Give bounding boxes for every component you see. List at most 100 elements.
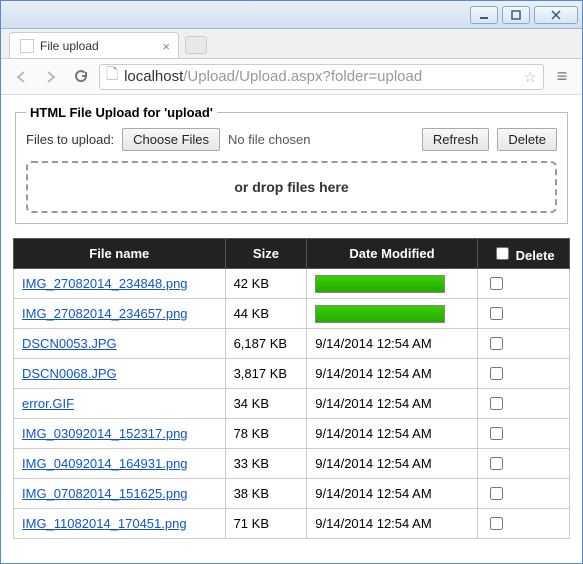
table-row: error.GIF 34 KB9/14/2014 12:54 AM (14, 389, 570, 419)
col-delete-label: Delete (516, 248, 555, 263)
close-window-button[interactable] (534, 6, 578, 24)
delete-button[interactable]: Delete (497, 128, 557, 151)
table-row: IMG_27082014_234848.png 42 KB (14, 269, 570, 299)
nav-toolbar: 🗋 localhost/Upload/Upload.aspx?folder=up… (1, 59, 582, 95)
cell-delete (477, 269, 569, 299)
cell-delete (477, 449, 569, 479)
tab-strip: File upload × (1, 29, 582, 59)
minimize-button[interactable] (470, 6, 498, 24)
col-date-modified: Date Modified (307, 239, 477, 269)
upload-legend: HTML File Upload for 'upload' (26, 105, 217, 120)
close-icon (551, 10, 561, 20)
cell-delete (477, 479, 569, 509)
col-delete: Delete (477, 239, 569, 269)
cell-file-name: IMG_11082014_170451.png (14, 509, 226, 539)
cell-file-name: IMG_07082014_151625.png (14, 479, 226, 509)
url-path: /Upload/Upload.aspx?folder=upload (183, 68, 422, 85)
cell-size: 3,817 KB (225, 359, 307, 389)
cell-size: 34 KB (225, 389, 307, 419)
file-link[interactable]: error.GIF (22, 396, 74, 411)
cell-size: 71 KB (225, 509, 307, 539)
file-link[interactable]: IMG_03092014_152317.png (22, 426, 188, 441)
table-row: IMG_04092014_164931.png33 KB9/14/2014 12… (14, 449, 570, 479)
file-link[interactable]: IMG_04092014_164931.png (22, 456, 188, 471)
table-header-row: File name Size Date Modified Delete (14, 239, 570, 269)
cell-delete (477, 359, 569, 389)
table-row: IMG_11082014_170451.png71 KB9/14/2014 12… (14, 509, 570, 539)
url-host: localhost (124, 68, 183, 85)
select-all-checkbox[interactable] (496, 247, 509, 260)
cell-file-name: DSCN0053.JPG (14, 329, 226, 359)
tab-title: File upload (40, 39, 99, 53)
cell-delete (477, 299, 569, 329)
cell-date-modified: 9/14/2014 12:54 AM (307, 389, 477, 419)
reload-icon (74, 69, 89, 84)
row-delete-checkbox[interactable] (490, 277, 503, 290)
file-link[interactable]: IMG_11082014_170451.png (22, 516, 187, 531)
cell-file-name: IMG_04092014_164931.png (14, 449, 226, 479)
cell-size: 44 KB (225, 299, 307, 329)
row-delete-checkbox[interactable] (490, 487, 503, 500)
cell-date-modified: 9/14/2014 12:54 AM (307, 419, 477, 449)
cell-size: 78 KB (225, 419, 307, 449)
forward-button[interactable] (39, 65, 63, 89)
refresh-button[interactable]: Refresh (422, 128, 490, 151)
cell-size: 38 KB (225, 479, 307, 509)
upload-fieldset: HTML File Upload for 'upload' Files to u… (15, 105, 568, 224)
maximize-button[interactable] (502, 6, 530, 24)
cell-delete (477, 389, 569, 419)
file-link[interactable]: DSCN0053.JPG (22, 336, 117, 351)
cell-delete (477, 329, 569, 359)
upload-controls-row: Files to upload: Choose Files No file ch… (26, 128, 557, 151)
cell-file-name: error.GIF (14, 389, 226, 419)
cell-size: 33 KB (225, 449, 307, 479)
row-delete-checkbox[interactable] (490, 337, 503, 350)
cell-file-name: IMG_27082014_234848.png (14, 269, 226, 299)
file-link[interactable]: DSCN0068.JPG (22, 366, 117, 381)
row-delete-checkbox[interactable] (490, 367, 503, 380)
upload-progress-bar (315, 305, 445, 323)
row-delete-checkbox[interactable] (490, 307, 503, 320)
window-titlebar (1, 1, 582, 29)
table-row: IMG_03092014_152317.png 78 KB9/14/2014 12… (14, 419, 570, 449)
cell-file-name: IMG_27082014_234657.png (14, 299, 226, 329)
favicon-icon (20, 39, 34, 53)
row-delete-checkbox[interactable] (490, 427, 503, 440)
browser-menu-button[interactable]: ≡ (550, 65, 574, 89)
back-arrow-icon (14, 70, 28, 84)
row-delete-checkbox[interactable] (490, 457, 503, 470)
cell-delete (477, 509, 569, 539)
back-button[interactable] (9, 65, 33, 89)
file-drop-zone[interactable]: or drop files here (26, 161, 557, 213)
choose-files-button[interactable]: Choose Files (122, 128, 220, 151)
browser-window: File upload × 🗋 localhost/Upload/Upload.… (0, 0, 583, 564)
table-row: IMG_27082014_234657.png 44 KB (14, 299, 570, 329)
cell-file-name: DSCN0068.JPG (14, 359, 226, 389)
table-row: DSCN0068.JPG 3,817 KB9/14/2014 12:54 AM (14, 359, 570, 389)
cell-file-name: IMG_03092014_152317.png (14, 419, 226, 449)
row-delete-checkbox[interactable] (490, 397, 503, 410)
cell-size: 6,187 KB (225, 329, 307, 359)
address-bar[interactable]: 🗋 localhost/Upload/Upload.aspx?folder=up… (99, 64, 544, 90)
page-content: HTML File Upload for 'upload' Files to u… (1, 95, 582, 563)
cell-size: 42 KB (225, 269, 307, 299)
file-link[interactable]: IMG_07082014_151625.png (22, 486, 188, 501)
cell-date-modified (307, 299, 477, 329)
browser-tab[interactable]: File upload × (9, 32, 179, 58)
reload-button[interactable] (69, 65, 93, 89)
row-delete-checkbox[interactable] (490, 517, 503, 530)
new-tab-button[interactable] (185, 36, 207, 54)
cell-date-modified: 9/14/2014 12:54 AM (307, 329, 477, 359)
tab-close-icon[interactable]: × (162, 39, 170, 54)
table-row: DSCN0053.JPG 6,187 KB9/14/2014 12:54 AM (14, 329, 570, 359)
bookmark-star-icon[interactable]: ☆ (524, 68, 537, 86)
cell-date-modified (307, 269, 477, 299)
cell-date-modified: 9/14/2014 12:54 AM (307, 479, 477, 509)
upload-progress-bar (315, 275, 445, 293)
table-row: IMG_07082014_151625.png 38 KB9/14/2014 12… (14, 479, 570, 509)
files-table: File name Size Date Modified Delete IMG_… (13, 238, 570, 539)
cell-date-modified: 9/14/2014 12:54 AM (307, 359, 477, 389)
dropzone-text: or drop files here (234, 179, 348, 195)
file-link[interactable]: IMG_27082014_234848.png (22, 276, 188, 291)
file-link[interactable]: IMG_27082014_234657.png (22, 306, 188, 321)
